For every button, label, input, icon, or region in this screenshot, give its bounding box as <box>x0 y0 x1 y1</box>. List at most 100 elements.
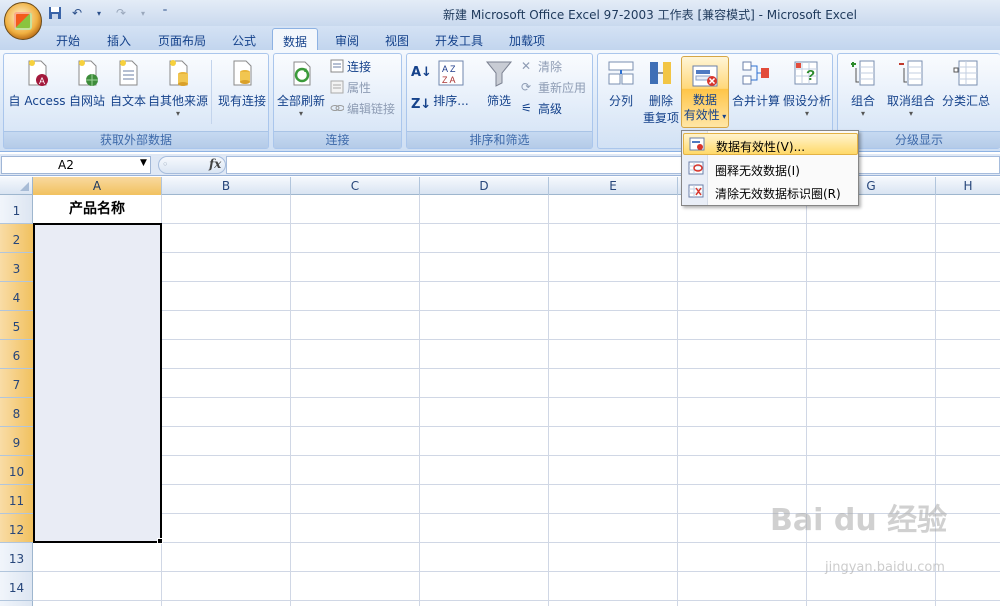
menu-item-label: 清除无效数据标识圈(R) <box>715 187 841 201</box>
svg-text:A Z: A Z <box>442 64 456 74</box>
connections-button[interactable]: 连接 <box>330 56 371 76</box>
reapply-label: 重新应用 <box>538 80 587 95</box>
properties-button[interactable]: 属性 <box>330 77 371 97</box>
row-header[interactable]: 3 <box>0 253 33 282</box>
row-header[interactable]: 7 <box>0 369 33 398</box>
customize-qat-icon[interactable]: ⁼ <box>156 5 174 22</box>
undo-dropdown-icon[interactable]: ▾ <box>90 5 108 22</box>
column-header-a[interactable]: A <box>33 177 162 195</box>
consolidate-label: 合并计算 <box>731 94 780 108</box>
tab-home[interactable]: 开始 <box>46 28 90 50</box>
cell-a1[interactable]: 产品名称 <box>33 198 161 218</box>
from-other-sources-label: 自其他来源 <box>147 94 208 108</box>
from-text-label: 自文本 <box>109 94 146 108</box>
office-button[interactable] <box>4 2 42 40</box>
clear-filter-button[interactable]: ✕ 清除 <box>521 56 562 76</box>
from-access-button[interactable]: A 自 Access <box>6 58 68 109</box>
fill-handle[interactable] <box>157 538 163 544</box>
row-header[interactable]: 1 <box>0 195 33 224</box>
menu-item-data-validation[interactable]: 数据有效性(V)... <box>683 133 858 155</box>
row-header[interactable]: 10 <box>0 456 33 485</box>
refresh-all-button[interactable]: 全部刷新 ▾ <box>276 58 326 118</box>
row-headers: 1 2 3 4 5 6 7 8 9 10 11 12 13 14 <box>0 195 33 606</box>
clear-label: 清除 <box>538 59 563 74</box>
data-validation-menu: 数据有效性(V)... 圈释无效数据(I) 清除无效数据标识圈(R) <box>681 130 859 206</box>
redo-icon[interactable]: ↷ <box>112 5 130 22</box>
existing-connections-icon <box>227 58 257 88</box>
menu-item-clear-validation-circles[interactable]: 清除无效数据标识圈(R) <box>683 181 858 203</box>
tab-view[interactable]: 视图 <box>376 28 418 50</box>
row-header[interactable]: 14 <box>0 572 33 601</box>
menu-item-circle-invalid[interactable]: 圈释无效数据(I) <box>683 158 858 180</box>
insert-function-button[interactable]: fx <box>209 157 221 171</box>
from-web-button[interactable]: 自网站 <box>66 58 108 109</box>
row-header[interactable]: 12 <box>0 514 33 543</box>
column-header-b[interactable]: B <box>162 177 291 195</box>
column-header-c[interactable]: C <box>291 177 420 195</box>
quick-access-toolbar: ↶ ▾ ↷ ▾ ⁼ <box>46 4 174 22</box>
access-icon: A <box>22 58 52 88</box>
tab-addins[interactable]: 加载项 <box>500 28 554 50</box>
sort-ascending-icon[interactable]: A↓ <box>411 62 432 82</box>
tab-page-layout[interactable]: 页面布局 <box>150 28 214 50</box>
row-header[interactable]: 8 <box>0 398 33 427</box>
undo-icon[interactable]: ↶ <box>68 5 86 22</box>
group-get-external-data: A 自 Access 自网站 自文本 自其他来源 ▾ 现有连接 获取外部数据 <box>3 53 269 149</box>
data-validation-button[interactable]: 数据 有效性 ▾ <box>681 56 729 128</box>
tab-formulas[interactable]: 公式 <box>223 28 265 50</box>
what-if-analysis-button[interactable]: ? 假设分析 ▾ <box>782 58 832 118</box>
filter-button[interactable]: 筛选 <box>479 58 519 109</box>
name-box[interactable]: A2 <box>1 156 151 174</box>
existing-connections-button[interactable]: 现有连接 <box>214 58 270 109</box>
advanced-label: 高级 <box>538 101 563 116</box>
column-header-d[interactable]: D <box>420 177 549 195</box>
column-header-h[interactable]: H <box>936 177 1000 195</box>
expand-handle-icon[interactable]: ◦ <box>162 158 169 171</box>
refresh-icon <box>286 58 316 88</box>
sort-descending-icon[interactable]: Z↓ <box>411 94 431 114</box>
tab-developer[interactable]: 开发工具 <box>426 28 492 50</box>
from-web-label: 自网站 <box>68 94 105 108</box>
sort-button[interactable]: A ZZ A 排序... <box>433 58 469 109</box>
save-icon[interactable] <box>46 5 64 22</box>
edit-links-button[interactable]: 编辑链接 <box>330 98 395 118</box>
select-all-button[interactable] <box>0 177 33 195</box>
tab-review[interactable]: 审阅 <box>326 28 368 50</box>
sort-label: 排序... <box>433 94 469 108</box>
row-header[interactable]: 9 <box>0 427 33 456</box>
data-validation-label-1: 数据 <box>692 93 717 107</box>
menu-item-label: 圈释无效数据(I) <box>715 164 800 178</box>
tab-insert[interactable]: 插入 <box>98 28 140 50</box>
consolidate-icon <box>741 58 771 88</box>
subtotal-label: 分类汇总 <box>941 94 990 108</box>
remove-duplicates-button[interactable]: 删除 重复项 <box>640 58 682 126</box>
row-header[interactable]: 13 <box>0 543 33 572</box>
connections-label: 连接 <box>347 59 372 74</box>
other-sources-icon <box>163 58 193 88</box>
formula-input[interactable] <box>226 156 1000 174</box>
consolidate-button[interactable]: 合并计算 <box>728 58 784 109</box>
group-label: 分级显示 <box>838 131 1000 148</box>
reapply-button[interactable]: ⟳ 重新应用 <box>521 77 586 97</box>
row-header[interactable]: 5 <box>0 311 33 340</box>
text-to-columns-button[interactable]: 分列 <box>601 58 641 109</box>
ribbon-tab-row: 开始 插入 页面布局 公式 数据 审阅 视图 开发工具 加载项 <box>0 26 1000 50</box>
tab-data[interactable]: 数据 <box>272 28 318 50</box>
group-button[interactable]: 组合 ▾ <box>842 58 884 118</box>
subtotal-button[interactable]: 分类汇总 <box>938 58 994 109</box>
from-text-button[interactable]: 自文本 <box>108 58 148 109</box>
row-header[interactable]: 6 <box>0 340 33 369</box>
dropdown-arrow-icon: ▾ <box>719 112 727 121</box>
ungroup-button[interactable]: 取消组合 ▾ <box>882 58 940 118</box>
svg-text:Z A: Z A <box>442 75 456 85</box>
row-header[interactable]: 2 <box>0 224 33 253</box>
worksheet-grid[interactable] <box>33 195 1000 606</box>
row-header[interactable]: 4 <box>0 282 33 311</box>
redo-dropdown-icon[interactable]: ▾ <box>134 5 152 22</box>
advanced-filter-button[interactable]: ⚟ 高级 <box>521 98 562 118</box>
group-icon <box>848 58 878 88</box>
from-other-sources-button[interactable]: 自其他来源 ▾ <box>147 58 209 118</box>
name-box-dropdown-icon[interactable]: ▼ <box>140 158 147 168</box>
row-header[interactable]: 11 <box>0 485 33 514</box>
column-header-e[interactable]: E <box>549 177 678 195</box>
